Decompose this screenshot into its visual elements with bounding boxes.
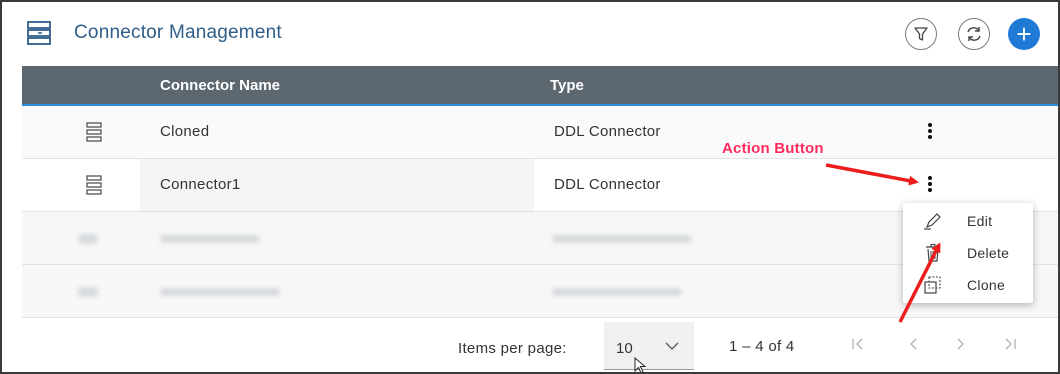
blurred-name <box>160 235 260 243</box>
last-page-icon[interactable] <box>1000 334 1020 354</box>
blurred-type <box>552 235 692 243</box>
blurred-icon <box>78 287 98 297</box>
chevron-down-icon <box>665 342 679 350</box>
items-per-page-select[interactable]: 10 <box>604 322 694 370</box>
items-per-page-value: 10 <box>616 340 633 357</box>
kebab-menu-icon[interactable] <box>925 120 935 142</box>
filter-icon <box>914 27 928 41</box>
blurred-name <box>160 288 280 296</box>
previous-page-icon[interactable] <box>904 334 924 354</box>
connector-stack-icon <box>86 122 102 142</box>
pagination-range: 1 – 4 of 4 <box>729 338 795 355</box>
table-row[interactable]: Cloned DDL Connector <box>22 106 1058 159</box>
page-title: Connector Management <box>74 22 282 43</box>
table-header: Connector Name Type <box>22 66 1058 106</box>
connector-name-cell: Cloned <box>160 123 210 140</box>
refresh-button[interactable] <box>958 18 990 50</box>
refresh-icon <box>967 27 981 41</box>
clone-icon <box>924 276 941 294</box>
add-connector-button[interactable]: + <box>1008 18 1040 50</box>
column-header-connector-name[interactable]: Connector Name <box>160 77 280 94</box>
connector-type-cell: DDL Connector <box>554 123 661 140</box>
connector-name-cell: Connector1 <box>160 176 241 193</box>
page-header: Connector Management + <box>2 2 1058 66</box>
menu-item-label: Clone <box>967 277 1006 293</box>
pencil-icon <box>924 213 941 230</box>
blurred-icon <box>78 234 98 244</box>
items-per-page-label: Items per page: <box>458 340 567 357</box>
filter-button[interactable] <box>905 18 937 50</box>
blurred-type <box>552 288 682 296</box>
menu-item-delete[interactable]: Delete <box>903 237 1033 269</box>
row-action-menu: Edit Delete Clone <box>903 203 1033 303</box>
menu-item-clone[interactable]: Clone <box>903 269 1033 301</box>
first-page-icon[interactable] <box>848 334 868 354</box>
next-page-icon[interactable] <box>950 334 970 354</box>
trash-icon <box>926 243 940 262</box>
menu-item-edit[interactable]: Edit <box>903 205 1033 237</box>
connector-management-panel: Connector Management + Connector Name Ty… <box>0 0 1060 374</box>
connector-type-cell: DDL Connector <box>554 176 661 193</box>
column-header-type[interactable]: Type <box>550 77 584 94</box>
mouse-cursor-icon <box>634 357 647 372</box>
annotation-label: Action Button <box>722 140 824 157</box>
menu-item-label: Delete <box>967 245 1010 261</box>
menu-item-label: Edit <box>967 213 993 229</box>
connector-stack-icon <box>86 175 102 195</box>
kebab-menu-icon[interactable] <box>925 173 935 195</box>
connector-stack-icon <box>27 21 51 45</box>
pagination-bar: Items per page: 10 1 – 4 of 4 <box>22 318 1058 372</box>
